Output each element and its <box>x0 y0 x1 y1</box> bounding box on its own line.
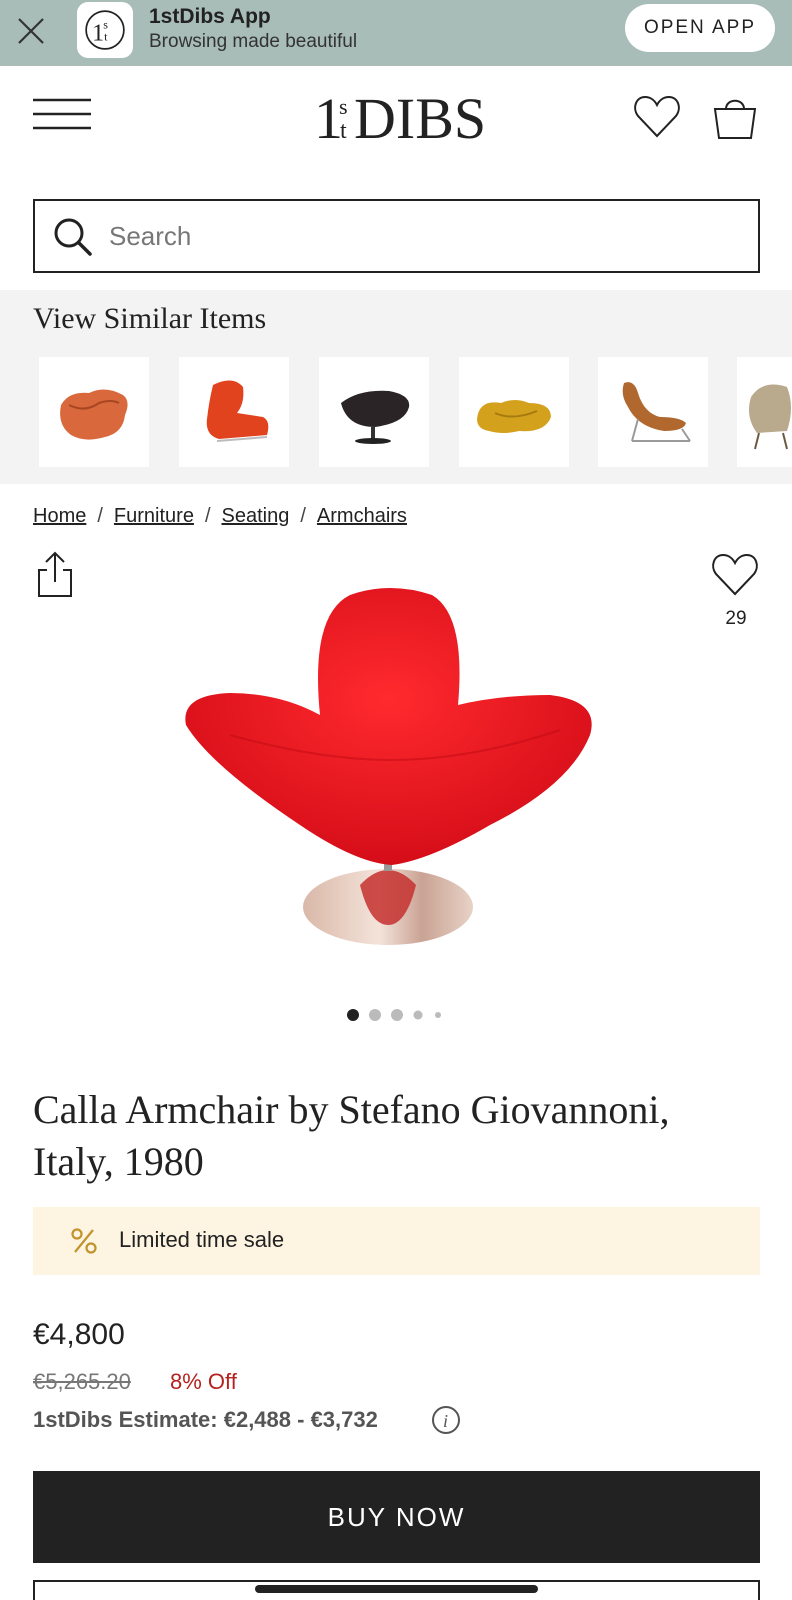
price-estimate: 1stDibs Estimate: €2,488 - €3,732 <box>33 1407 378 1432</box>
similar-items-carousel: View Similar Items <box>0 290 792 484</box>
search-input[interactable] <box>109 213 739 259</box>
product-title: Calla Armchair by Stefano Giovannoni, It… <box>33 1087 670 1184</box>
svg-text:t: t <box>104 29 108 43</box>
similar-item-thumbnail[interactable] <box>179 357 289 467</box>
breadcrumb-link-seating[interactable]: Seating <box>222 505 290 528</box>
sale-banner: Limited time sale <box>33 1207 760 1275</box>
search-bar[interactable] <box>33 199 760 273</box>
app-logo-icon: 1 s t <box>77 2 133 58</box>
discount-label: 8% Off <box>170 1369 237 1394</box>
breadcrumb-separator: / <box>300 505 306 527</box>
search-icon <box>53 217 93 257</box>
svg-text:i: i <box>443 1411 448 1431</box>
info-icon[interactable]: i <box>430 1404 462 1436</box>
breadcrumb-link-home[interactable]: Home <box>33 505 86 528</box>
svg-text:DIBS: DIBS <box>354 86 484 151</box>
home-indicator <box>255 1585 538 1593</box>
breadcrumb: Home / Furniture / Seating / Armchairs <box>33 505 407 528</box>
similar-item-thumbnail[interactable] <box>737 357 792 467</box>
open-app-button[interactable]: OPEN APP <box>625 4 775 52</box>
breadcrumb-link-furniture[interactable]: Furniture <box>114 505 194 528</box>
app-install-banner: 1 s t 1stDibs App Browsing made beautifu… <box>0 0 792 66</box>
hamburger-menu-icon[interactable] <box>33 98 93 134</box>
close-icon[interactable] <box>14 14 48 48</box>
site-header: 1 s t DIBS <box>0 66 792 186</box>
similar-item-thumbnail[interactable] <box>598 357 708 467</box>
buy-now-button[interactable]: BUY NOW <box>33 1471 760 1563</box>
current-price: €4,800 <box>33 1318 125 1351</box>
site-logo[interactable]: 1 s t DIBS <box>314 84 486 154</box>
sale-label: Limited time sale <box>119 1227 285 1252</box>
favorite-heart-icon[interactable] <box>710 550 760 600</box>
heart-icon[interactable] <box>632 92 682 142</box>
breadcrumb-separator: / <box>204 505 211 527</box>
banner-subtitle: Browsing made beautiful <box>149 31 358 52</box>
similar-items-title: View Similar Items <box>33 302 267 335</box>
breadcrumb-link-armchairs[interactable]: Armchairs <box>317 505 407 528</box>
share-icon[interactable] <box>35 550 75 598</box>
similar-item-thumbnail[interactable] <box>459 357 569 467</box>
svg-text:t: t <box>340 118 347 144</box>
banner-title: 1stDibs App <box>149 5 271 28</box>
svg-text:s: s <box>339 94 348 119</box>
similar-item-thumbnail[interactable] <box>319 357 429 467</box>
image-carousel-indicator[interactable] <box>346 1008 446 1022</box>
svg-text:1: 1 <box>92 20 104 46</box>
shopping-bag-icon[interactable] <box>710 92 760 142</box>
favorite-count: 29 <box>725 608 747 629</box>
similar-item-thumbnail[interactable] <box>39 357 149 467</box>
original-price: €5,265.20 <box>33 1369 131 1394</box>
breadcrumb-separator: / <box>97 505 103 527</box>
percent-icon <box>70 1227 98 1255</box>
product-image[interactable] <box>170 585 622 955</box>
